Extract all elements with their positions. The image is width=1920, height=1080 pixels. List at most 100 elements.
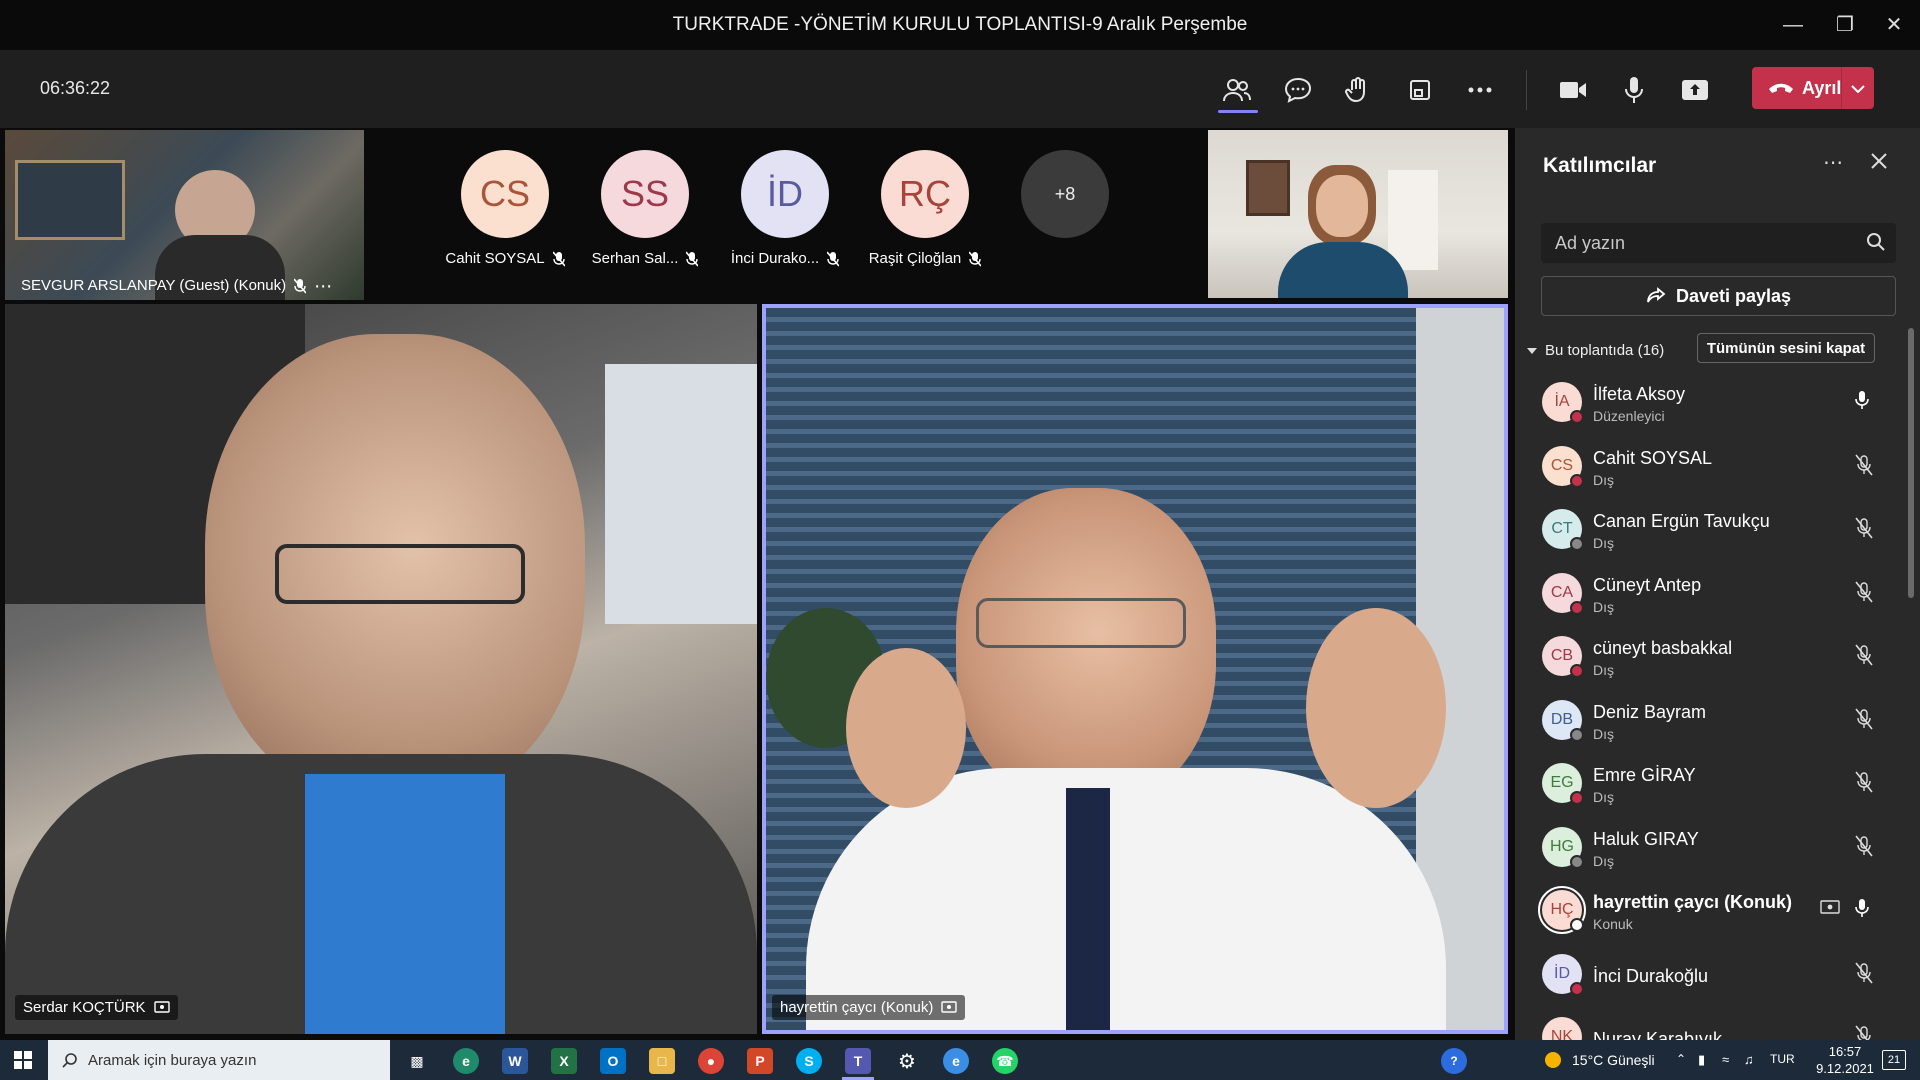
participant-list: İA İlfeta Aksoy Düzenleyici CS Cahit SOYSAL D… xyxy=(1515,372,1905,1071)
more-participants-tile[interactable]: +8 xyxy=(1000,150,1130,238)
taskbar-search[interactable]: Aramak için buraya yazın xyxy=(48,1040,390,1080)
outlook-icon[interactable]: O xyxy=(600,1048,626,1074)
participants-button[interactable] xyxy=(1215,68,1259,112)
microphone-icon xyxy=(1625,77,1643,103)
language-indicator[interactable]: TUR xyxy=(1770,1052,1795,1066)
volume-icon[interactable]: ♫ xyxy=(1744,1052,1754,1067)
edge-icon[interactable]: e xyxy=(453,1048,479,1074)
share-screen-button[interactable] xyxy=(1673,68,1717,112)
more-actions-button[interactable] xyxy=(1458,68,1502,112)
chevron-down-icon xyxy=(1851,85,1865,94)
mute-all-button[interactable]: Tümünün sesini kapat xyxy=(1697,333,1875,363)
banner xyxy=(1388,170,1438,270)
toolbar-separator xyxy=(1526,70,1527,110)
participant-mic-status[interactable] xyxy=(1855,644,1873,671)
more-icon[interactable]: ⋯ xyxy=(314,277,332,295)
skype-icon[interactable]: S xyxy=(796,1048,822,1074)
participant-row[interactable]: HG Haluk GIRAY Dış xyxy=(1515,817,1905,881)
view-button[interactable] xyxy=(1398,68,1442,112)
participant-row[interactable]: CA Cüneyt Antep Dış xyxy=(1515,563,1905,627)
participant-initials: İA xyxy=(1554,393,1570,410)
leave-main[interactable]: Ayrıl xyxy=(1752,78,1841,99)
avatar-initials: CS xyxy=(479,173,530,214)
participant-row[interactable]: İD İnci Durakoğlu xyxy=(1515,944,1905,1008)
wall-frame xyxy=(1246,160,1290,216)
teams-icon[interactable]: T xyxy=(845,1048,871,1074)
avatar-tile-1[interactable]: SS Serhan Sal... xyxy=(580,150,710,267)
wifi-icon[interactable]: ≈ xyxy=(1722,1052,1729,1067)
avatar-tile-0[interactable]: CS Cahit SOYSAL xyxy=(440,150,570,267)
weather-text[interactable]: 15°C Güneşli xyxy=(1572,1052,1655,1068)
participant-mic-status[interactable] xyxy=(1855,517,1873,544)
participant-row[interactable]: HÇ hayrettin çaycı (Konuk) Konuk xyxy=(1515,880,1905,944)
participant-mic-status[interactable] xyxy=(1855,708,1873,735)
mic-off-icon xyxy=(294,277,307,294)
notification-center-icon[interactable]: 21 xyxy=(1882,1050,1906,1070)
leave-button[interactable]: Ayrıl xyxy=(1752,67,1874,109)
taskbar-clock[interactable]: 16:57 9.12.2021 xyxy=(1810,1043,1880,1077)
caret-down-icon xyxy=(1527,347,1537,354)
chat-button[interactable] xyxy=(1276,68,1320,112)
participant-avatar: CT xyxy=(1542,509,1584,551)
tray-chevron-up-icon[interactable]: ⌃ xyxy=(1676,1052,1686,1066)
start-button[interactable] xyxy=(14,1051,32,1074)
microphone-button[interactable] xyxy=(1612,68,1656,112)
close-window-button[interactable]: ✕ xyxy=(1874,10,1914,40)
clock-date: 9.12.2021 xyxy=(1816,1061,1874,1076)
battery-icon[interactable]: ▮ xyxy=(1698,1052,1705,1068)
presence-dot xyxy=(1570,664,1584,678)
participant-role: Dış xyxy=(1593,852,1614,869)
avatar-circle: CS xyxy=(461,150,549,238)
share-invite-button[interactable]: Daveti paylaş xyxy=(1541,276,1896,316)
panel-more-button[interactable]: ⋯ xyxy=(1823,150,1843,175)
participant-row[interactable]: CS Cahit SOYSAL Dış xyxy=(1515,436,1905,500)
avatar-tile-2[interactable]: İD İnci Durako... xyxy=(720,150,850,267)
panel-close-button[interactable] xyxy=(1871,148,1887,176)
reactions-button[interactable] xyxy=(1336,68,1380,112)
search-icon[interactable] xyxy=(1866,232,1886,252)
participant-row[interactable]: CT Canan Ergün Tavukçu Dış xyxy=(1515,499,1905,563)
participant-right-hand xyxy=(1306,608,1446,808)
participant-row[interactable]: CB cüneyt basbakkal Dış xyxy=(1515,626,1905,690)
video-tile-hayrettin[interactable]: hayrettin çaycı (Konuk) xyxy=(762,304,1508,1034)
participant-row[interactable]: EG Emre GİRAY Dış xyxy=(1515,753,1905,817)
participant-mic-status[interactable] xyxy=(1855,581,1873,608)
participant-mic-status[interactable] xyxy=(1855,835,1873,862)
panel-scrollbar[interactable] xyxy=(1908,328,1914,598)
task-view-icon[interactable]: ▩ xyxy=(404,1048,430,1074)
word-icon[interactable]: W xyxy=(502,1048,528,1074)
camera-button[interactable] xyxy=(1551,68,1595,112)
video-tile-guest-woman[interactable] xyxy=(1208,130,1508,298)
minimize-button[interactable]: — xyxy=(1773,10,1813,40)
settings-icon[interactable]: ⚙ xyxy=(894,1048,920,1074)
powerpoint-icon[interactable]: P xyxy=(747,1048,773,1074)
video-tile-sevgur[interactable]: SEVGUR ARSLANPAY (Guest) (Konuk) ⋯ xyxy=(5,130,364,300)
participant-mic-status[interactable] xyxy=(1855,771,1873,798)
file-explorer-icon[interactable]: □ xyxy=(649,1048,675,1074)
chrome-icon[interactable]: ● xyxy=(698,1048,724,1074)
participant-initials: HG xyxy=(1550,837,1574,855)
video-tile-serdar[interactable]: Serdar KOÇTÜRK xyxy=(5,304,757,1034)
participant-search[interactable] xyxy=(1541,223,1896,263)
excel-icon[interactable]: X xyxy=(551,1048,577,1074)
participant-mic-status[interactable] xyxy=(1855,454,1873,481)
participant-avatar: İD xyxy=(1542,953,1584,996)
participant-mic-status[interactable] xyxy=(1855,962,1873,989)
participant-left-hand xyxy=(846,648,966,808)
restore-button[interactable]: ❐ xyxy=(1825,10,1865,40)
section-toggle[interactable]: Bu toplantıda (16) xyxy=(1527,342,1664,359)
participant-mic-status[interactable] xyxy=(1855,898,1869,923)
avatar-initials: SS xyxy=(620,173,670,214)
participant-mic-status[interactable] xyxy=(1855,390,1869,415)
mic-off-icon xyxy=(1855,835,1873,856)
help-icon[interactable]: ? xyxy=(1441,1048,1467,1074)
participant-row[interactable]: İA İlfeta Aksoy Düzenleyici xyxy=(1515,372,1905,436)
meeting-timer: 06:36:22 xyxy=(40,78,111,98)
leave-options-button[interactable] xyxy=(1842,80,1874,96)
whatsapp-icon[interactable]: ☎ xyxy=(992,1048,1018,1074)
mic-off-icon xyxy=(1855,581,1873,602)
avatar-tile-3[interactable]: RÇ Raşit Çiloğlan xyxy=(860,150,990,267)
internet-explorer-icon[interactable]: e xyxy=(943,1048,969,1074)
search-input[interactable] xyxy=(1541,223,1841,263)
participant-row[interactable]: DB Deniz Bayram Dış xyxy=(1515,690,1905,754)
